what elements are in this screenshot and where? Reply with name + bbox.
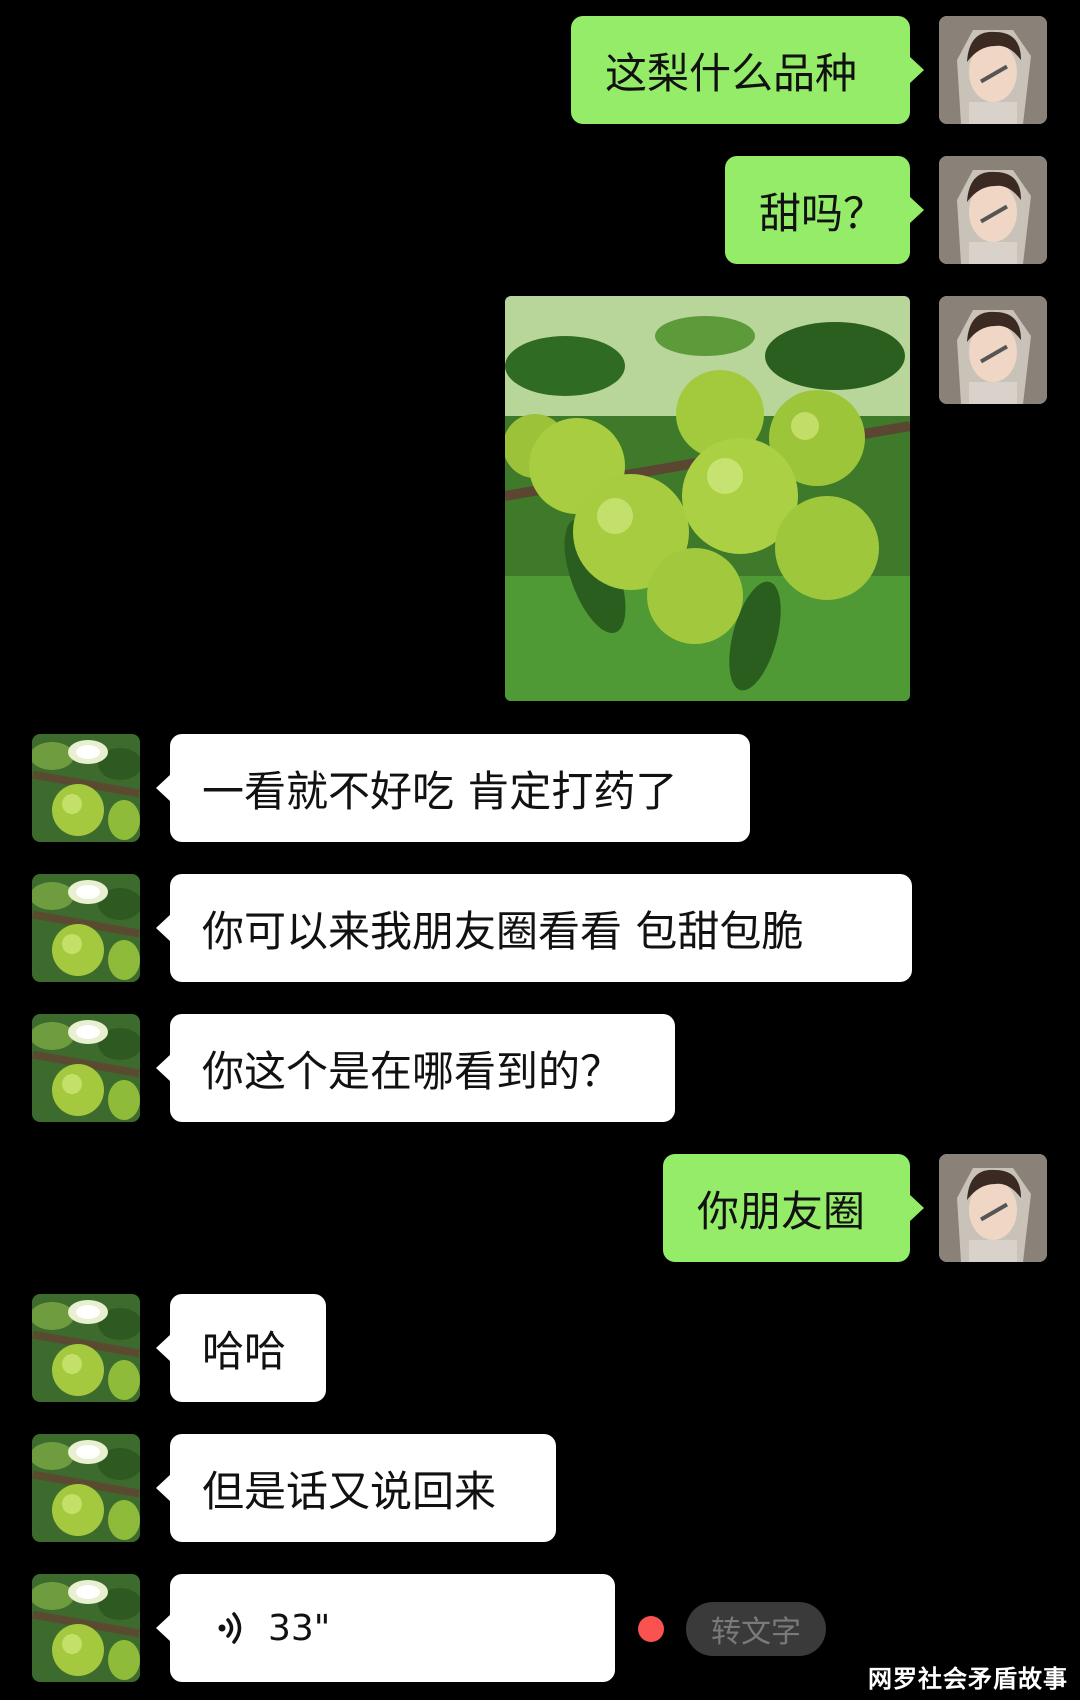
convert-to-text-button[interactable]: 转文字 xyxy=(686,1602,826,1656)
pear-tree-photo[interactable] xyxy=(505,296,910,701)
message-bubble-received[interactable]: 一看就不好吃 肯定打药了 xyxy=(156,734,750,842)
avatar[interactable] xyxy=(32,1294,140,1402)
voice-message-bubble[interactable]: 33" xyxy=(156,1574,615,1682)
message-bubble-sent[interactable]: 这梨什么品种 xyxy=(571,16,924,124)
avatar[interactable] xyxy=(939,156,1047,264)
unread-dot xyxy=(638,1616,664,1642)
avatar[interactable] xyxy=(939,1154,1047,1262)
avatar[interactable] xyxy=(32,1574,140,1682)
message-text: 一看就不好吃 肯定打药了 xyxy=(202,766,678,816)
voice-duration: 33" xyxy=(268,1607,331,1649)
avatar[interactable] xyxy=(32,734,140,842)
message-text: 你朋友圈 xyxy=(697,1186,866,1236)
message-text: 但是话又说回来 xyxy=(202,1466,497,1516)
message-bubble-received[interactable]: 但是话又说回来 xyxy=(156,1434,556,1542)
message-bubble-sent[interactable]: 甜吗？ xyxy=(725,156,924,264)
avatar[interactable] xyxy=(32,874,140,982)
avatar[interactable] xyxy=(939,16,1047,124)
message-text: 这梨什么品种 xyxy=(605,48,858,98)
sound-wave-icon xyxy=(210,1606,254,1650)
message-text: 你可以来我朋友圈看看 包甜包脆 xyxy=(202,906,804,956)
avatar[interactable] xyxy=(939,296,1047,404)
watermark: 网罗社会矛盾故事 xyxy=(868,1665,1068,1693)
message-text: 你这个是在哪看到的？ xyxy=(202,1046,623,1096)
message-bubble-sent[interactable]: 你朋友圈 xyxy=(663,1154,924,1262)
message-bubble-received[interactable]: 你可以来我朋友圈看看 包甜包脆 xyxy=(156,874,912,982)
avatar[interactable] xyxy=(32,1014,140,1122)
message-bubble-received[interactable]: 哈哈 xyxy=(156,1294,326,1402)
avatar[interactable] xyxy=(32,1434,140,1542)
message-text: 哈哈 xyxy=(202,1326,287,1376)
message-bubble-received[interactable]: 你这个是在哪看到的？ xyxy=(156,1014,675,1122)
message-text: 甜吗？ xyxy=(759,188,886,238)
